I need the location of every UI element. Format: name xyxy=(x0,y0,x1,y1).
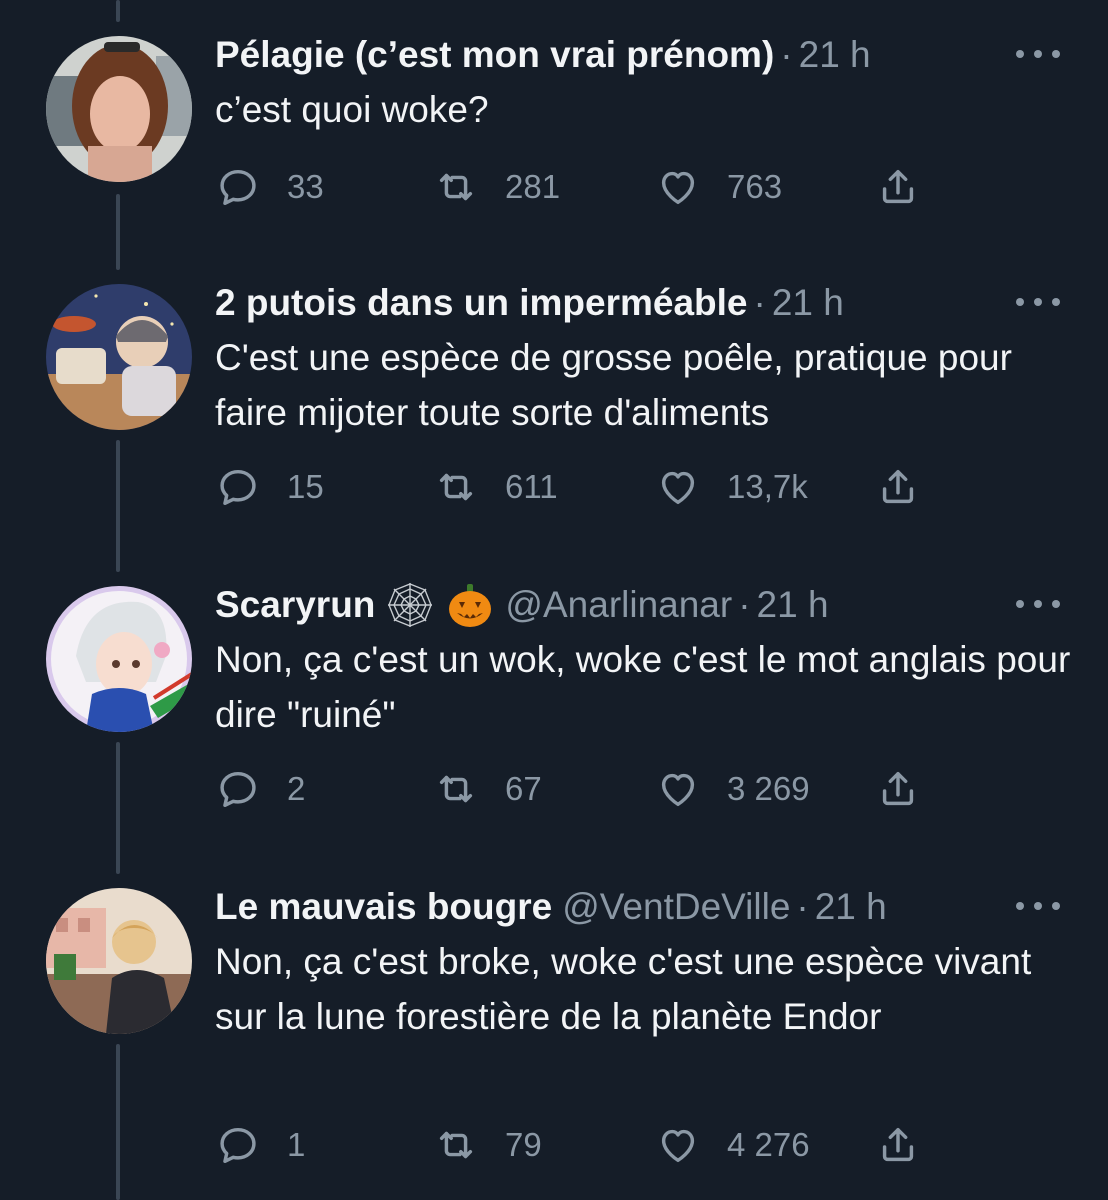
reply-thread: Pélagie (c’est mon vrai prénom) · 21 h c… xyxy=(0,0,1108,1200)
reply-count: 2 xyxy=(287,770,306,807)
reply-count: 15 xyxy=(287,468,324,505)
avatar[interactable] xyxy=(46,888,192,1034)
timestamp[interactable]: 21 h xyxy=(799,30,871,80)
share-icon xyxy=(875,164,921,210)
separator: · xyxy=(780,34,793,75)
like-count: 13,7k xyxy=(727,468,808,505)
tweet[interactable]: Scaryrun @Anarlinanar · 21 h Non, ça c'e… xyxy=(0,550,1108,850)
reply-count: 33 xyxy=(287,168,324,205)
more-icon[interactable] xyxy=(1016,42,1060,66)
retweet-count: 611 xyxy=(505,468,558,505)
retweet-count: 67 xyxy=(505,770,542,807)
retweet-count: 281 xyxy=(505,168,561,205)
tweet[interactable]: 2 putois dans un imperméable · 21 h C'es… xyxy=(0,248,1108,548)
handle[interactable]: @VentDeVille xyxy=(562,882,790,932)
display-name[interactable]: Pélagie (c’est mon vrai prénom) xyxy=(215,30,774,80)
display-name[interactable]: Le mauvais bougre xyxy=(215,882,552,932)
heart-icon xyxy=(655,464,701,510)
share-button[interactable] xyxy=(875,764,921,814)
separator: · xyxy=(796,886,809,927)
tweet-header: Le mauvais bougre @VentDeVille · 21 h xyxy=(215,882,887,932)
separator: · xyxy=(738,584,751,625)
tweet-actions: 2 67 3 269 xyxy=(215,764,935,814)
share-button[interactable] xyxy=(875,462,921,512)
like-count: 763 xyxy=(727,168,783,205)
reply-icon xyxy=(215,464,261,510)
share-icon xyxy=(875,766,921,812)
tweet-text: Non, ça c'est un wok, woke c'est le mot … xyxy=(215,639,1071,735)
avatar[interactable] xyxy=(46,36,192,182)
heart-icon xyxy=(655,766,701,812)
tweet-actions: 1 79 4 276 xyxy=(215,1120,935,1170)
retweet-count: 79 xyxy=(505,1126,542,1163)
like-button[interactable]: 4 276 xyxy=(655,1120,810,1170)
like-button[interactable]: 763 xyxy=(655,162,782,212)
retweet-icon xyxy=(433,1122,479,1168)
heart-icon xyxy=(655,164,701,210)
like-count: 3 269 xyxy=(727,770,810,807)
reply-icon xyxy=(215,766,261,812)
like-count: 4 276 xyxy=(727,1126,810,1163)
retweet-button[interactable]: 281 xyxy=(433,162,560,212)
more-icon[interactable] xyxy=(1016,592,1060,616)
avatar[interactable] xyxy=(46,586,192,732)
handle[interactable]: @Anarlinanar xyxy=(505,580,732,630)
retweet-button[interactable]: 611 xyxy=(433,462,558,512)
timestamp[interactable]: 21 h xyxy=(772,278,844,328)
avatar[interactable] xyxy=(46,284,192,430)
reply-button[interactable]: 15 xyxy=(215,462,324,512)
tweet-header: Scaryrun @Anarlinanar · 21 h xyxy=(215,580,829,630)
timestamp[interactable]: 21 h xyxy=(757,580,829,630)
reply-button[interactable]: 1 xyxy=(215,1120,305,1170)
share-icon xyxy=(875,1122,921,1168)
share-icon xyxy=(875,464,921,510)
tweet-header: Pélagie (c’est mon vrai prénom) · 21 h xyxy=(215,30,871,80)
retweet-button[interactable]: 67 xyxy=(433,764,542,814)
tweet-text: c’est quoi woke? xyxy=(215,89,489,130)
tweet-actions: 33 281 763 xyxy=(215,162,935,212)
retweet-button[interactable]: 79 xyxy=(433,1120,542,1170)
heart-icon xyxy=(655,1122,701,1168)
retweet-icon xyxy=(433,164,479,210)
share-button[interactable] xyxy=(875,162,921,212)
tweet-header: 2 putois dans un imperméable · 21 h xyxy=(215,278,844,328)
reply-count: 1 xyxy=(287,1126,306,1163)
retweet-icon xyxy=(433,464,479,510)
retweet-icon xyxy=(433,766,479,812)
more-icon[interactable] xyxy=(1016,290,1060,314)
more-icon[interactable] xyxy=(1016,894,1060,918)
spider-web-icon xyxy=(385,580,435,630)
reply-button[interactable]: 33 xyxy=(215,162,324,212)
reply-icon xyxy=(215,1122,261,1168)
reply-icon xyxy=(215,164,261,210)
separator: · xyxy=(753,282,766,323)
jack-o-lantern-icon xyxy=(445,580,495,630)
like-button[interactable]: 13,7k xyxy=(655,462,808,512)
tweet[interactable]: Le mauvais bougre @VentDeVille · 21 h No… xyxy=(0,852,1108,1200)
tweet-text: Non, ça c'est broke, woke c'est une espè… xyxy=(215,941,1032,1037)
display-name[interactable]: Scaryrun xyxy=(215,580,375,630)
timestamp[interactable]: 21 h xyxy=(815,882,887,932)
reply-button[interactable]: 2 xyxy=(215,764,305,814)
like-button[interactable]: 3 269 xyxy=(655,764,810,814)
tweet-text: C'est une espèce de grosse poêle, pratiq… xyxy=(215,337,1012,433)
share-button[interactable] xyxy=(875,1120,921,1170)
tweet-actions: 15 611 13,7k xyxy=(215,462,935,512)
display-name[interactable]: 2 putois dans un imperméable xyxy=(215,278,748,328)
